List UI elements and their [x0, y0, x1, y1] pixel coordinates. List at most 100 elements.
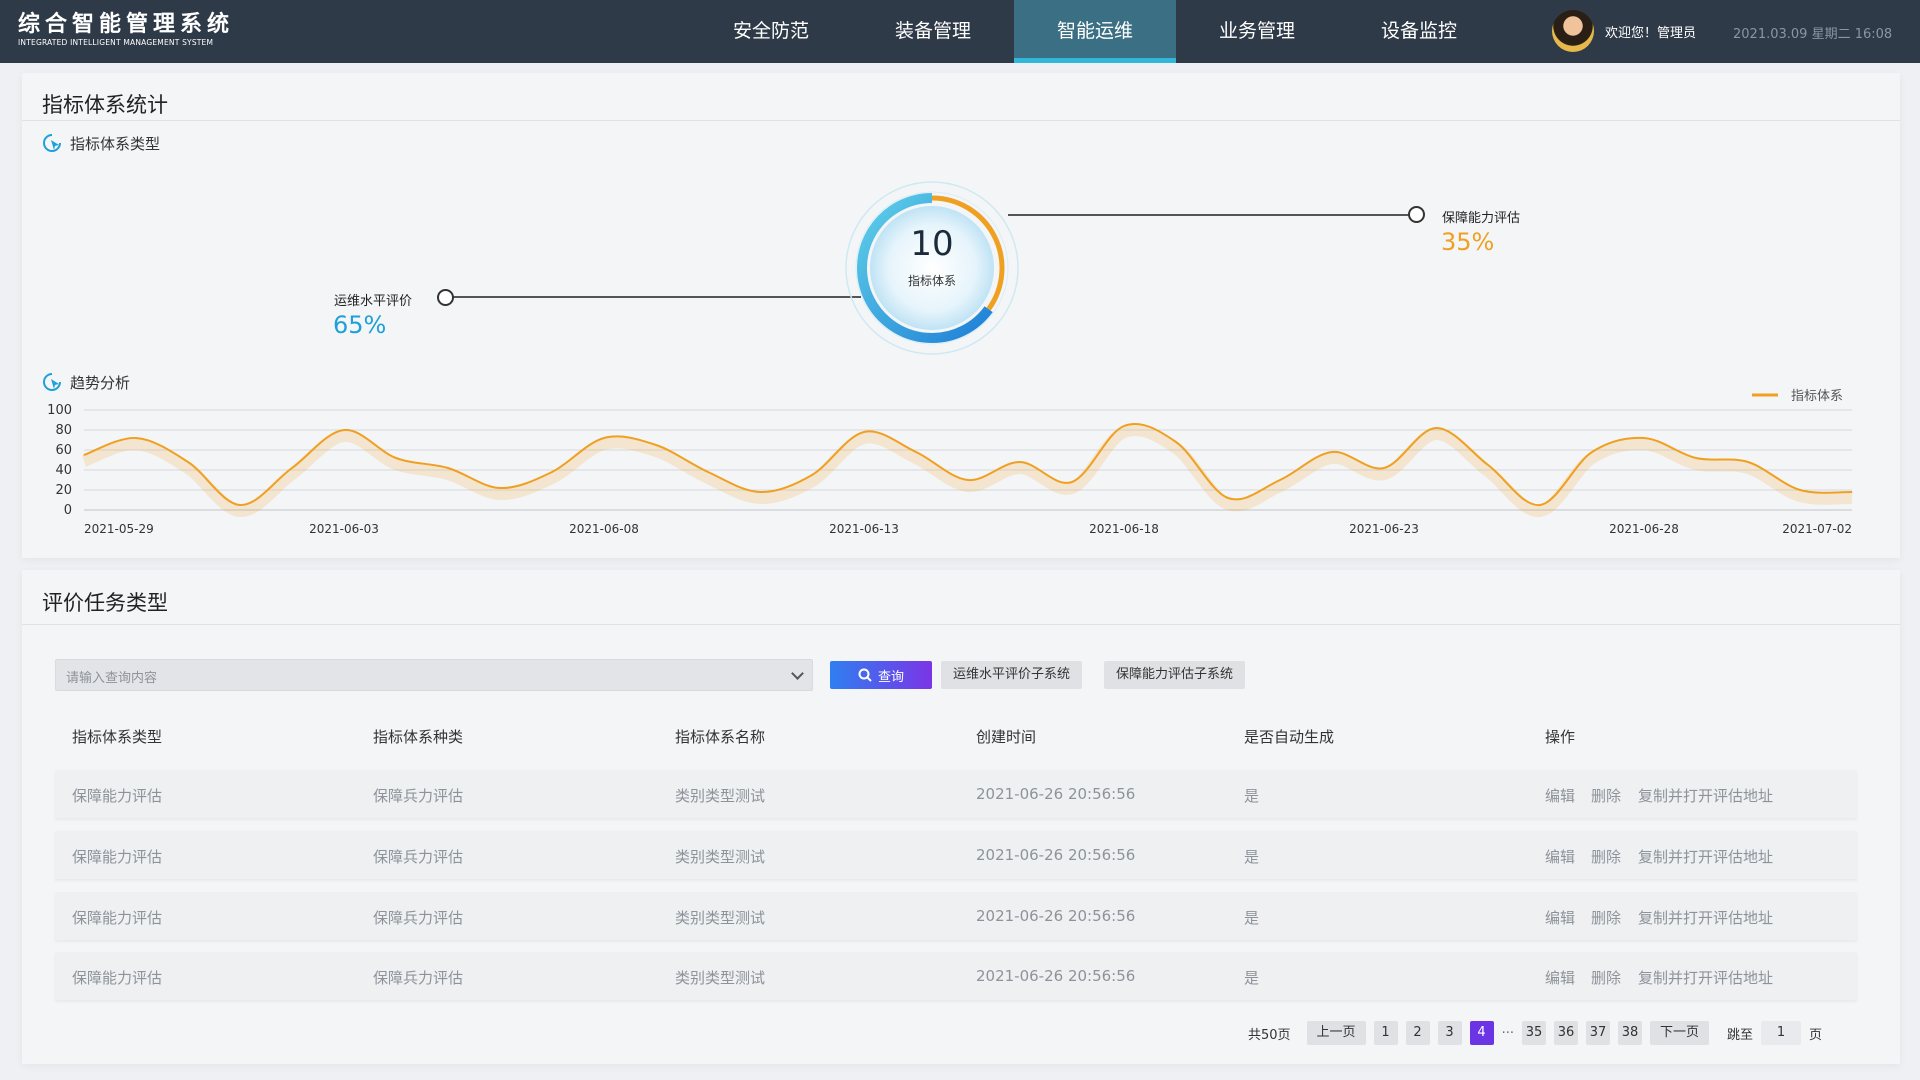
- pagination: 共50页 上一页 1 2 3 4 ··· 35 36 37 38 下一页 跳至 …: [1248, 1021, 1822, 1045]
- data-point: [915, 451, 917, 453]
- page-button[interactable]: 36: [1553, 1021, 1578, 1045]
- data-point: [967, 479, 969, 481]
- table-row: 保障能力评估 保障兵力评估 类别类型测试 2021-06-26 20:56:56 是 编辑…: [55, 952, 1857, 1000]
- data-point: [1279, 479, 1281, 481]
- y-tick-label: 0: [64, 503, 72, 518]
- column-header-created: 创建时间: [976, 728, 1037, 746]
- data-point: [707, 471, 709, 473]
- prev-page-button[interactable]: 上一页: [1306, 1021, 1366, 1045]
- copy-open-link[interactable]: 复制并打开评估地址: [1638, 846, 1773, 867]
- data-point: [1071, 481, 1073, 483]
- table-cell-created: 2021-06-26 20:56:56: [976, 967, 1136, 985]
- table-cell-type: 保障能力评估: [72, 787, 163, 805]
- page-button[interactable]: 38: [1617, 1021, 1642, 1045]
- next-page-button[interactable]: 下一页: [1649, 1021, 1709, 1045]
- data-point: [291, 467, 293, 469]
- search-input[interactable]: 请输入查询内容: [55, 659, 813, 691]
- data-point: [1695, 457, 1697, 459]
- data-point: [499, 487, 501, 489]
- data-point: [1799, 489, 1801, 491]
- table-cell-created: 2021-06-26 20:56:56: [976, 785, 1136, 803]
- table-cell-kind: 保障兵力评估: [373, 909, 464, 927]
- data-point: [811, 474, 813, 476]
- data-point: [1747, 461, 1749, 463]
- delete-link[interactable]: 删除: [1591, 846, 1621, 867]
- data-point: [1435, 427, 1437, 429]
- table-cell-name: 类别类型测试: [675, 969, 766, 987]
- copy-open-link[interactable]: 复制并打开评估地址: [1638, 785, 1773, 806]
- x-tick-label: 2021-06-08: [569, 522, 639, 536]
- edit-link[interactable]: 编辑: [1545, 907, 1575, 928]
- data-point: [239, 504, 241, 506]
- table-cell-auto: 是: [1244, 848, 1260, 866]
- table-row: 保障能力评估 保障兵力评估 类别类型测试 2021-06-26 20:56:56 是 编辑…: [55, 770, 1857, 818]
- trend-chart: 0 20 40 60 80 100 2021-05-29 2021-06-03 2021-06…: [47, 389, 1853, 536]
- page-total: 共50页: [1248, 1027, 1291, 1043]
- filter-button-ops-subsystem[interactable]: 运维水平评价子系统: [941, 661, 1083, 689]
- table-cell-name: 类别类型测试: [675, 787, 766, 805]
- y-tick-label: 60: [55, 443, 72, 458]
- table-cell-kind: 保障兵力评估: [373, 787, 464, 805]
- page-button[interactable]: 2: [1405, 1021, 1430, 1045]
- delete-link[interactable]: 删除: [1591, 907, 1621, 928]
- jump-page-input[interactable]: 1: [1761, 1021, 1801, 1045]
- page-button[interactable]: 35: [1521, 1021, 1546, 1045]
- table-header: 指标体系类型 指标体系种类 指标体系名称 创建时间 是否自动生成 操作: [55, 717, 1857, 755]
- data-point: [863, 431, 865, 433]
- table-cell-auto: 是: [1244, 969, 1260, 987]
- table-cell-name: 类别类型测试: [675, 848, 766, 866]
- filter-button-assurance-subsystem[interactable]: 保障能力评估子系统: [1104, 661, 1246, 689]
- jump-label: 跳至: [1726, 1027, 1753, 1043]
- search-placeholder: 请输入查询内容: [66, 671, 158, 686]
- table-cell-name: 类别类型测试: [675, 909, 766, 927]
- column-header-type: 指标体系类型: [72, 728, 163, 746]
- legend-label: 指标体系: [1791, 389, 1843, 404]
- column-header-auto: 是否自动生成: [1244, 728, 1335, 746]
- table-cell-kind: 保障兵力评估: [373, 969, 464, 987]
- chevron-down-icon[interactable]: [791, 667, 804, 680]
- data-point: [1851, 491, 1853, 493]
- edit-link[interactable]: 编辑: [1545, 785, 1575, 806]
- page-button[interactable]: 37: [1585, 1021, 1610, 1045]
- delete-link[interactable]: 删除: [1591, 967, 1621, 988]
- edit-link[interactable]: 编辑: [1545, 967, 1575, 988]
- page-button[interactable]: 3: [1437, 1021, 1462, 1045]
- column-header-name: 指标体系名称: [675, 728, 766, 746]
- data-point: [1643, 437, 1645, 439]
- data-point: [1019, 461, 1021, 463]
- query-button-label: 查询: [877, 669, 904, 685]
- copy-open-link[interactable]: 复制并打开评估地址: [1638, 967, 1773, 988]
- x-tick-label: 2021-06-18: [1089, 522, 1159, 536]
- page-button-current[interactable]: 4: [1469, 1021, 1494, 1045]
- data-point: [1539, 504, 1541, 506]
- column-header-actions: 操作: [1545, 728, 1576, 746]
- table-cell-type: 保障能力评估: [72, 909, 163, 927]
- x-tick-label: 2021-05-29: [84, 522, 154, 536]
- column-header-kind: 指标体系种类: [373, 728, 464, 746]
- y-tick-label: 100: [47, 403, 72, 418]
- table-row: 保障能力评估 保障兵力评估 类别类型测试 2021-06-26 20:56:56 是 编辑…: [55, 892, 1857, 940]
- data-point: [1227, 497, 1229, 499]
- page-button[interactable]: 1: [1373, 1021, 1398, 1045]
- y-tick-label: 40: [55, 463, 72, 478]
- data-point: [655, 444, 657, 446]
- delete-link[interactable]: 删除: [1591, 785, 1621, 806]
- data-point: [603, 437, 605, 439]
- query-button[interactable]: 查询: [830, 661, 932, 689]
- x-tick-label: 2021-06-23: [1349, 522, 1419, 536]
- table-cell-created: 2021-06-26 20:56:56: [976, 846, 1136, 864]
- edit-link[interactable]: 编辑: [1545, 846, 1575, 867]
- data-point: [1591, 451, 1593, 453]
- x-tick-label: 2021-06-03: [309, 522, 379, 536]
- data-point: [187, 461, 189, 463]
- data-point: [759, 491, 761, 493]
- tasks-divider: [22, 624, 1900, 625]
- page-suffix: 页: [1809, 1027, 1823, 1043]
- data-point: [1487, 464, 1489, 466]
- y-tick-label: 80: [55, 423, 72, 438]
- table-cell-created: 2021-06-26 20:56:56: [976, 907, 1136, 925]
- table-cell-auto: 是: [1244, 909, 1260, 927]
- data-point: [1331, 451, 1333, 453]
- copy-open-link[interactable]: 复制并打开评估地址: [1638, 907, 1773, 928]
- search-icon: [858, 668, 872, 682]
